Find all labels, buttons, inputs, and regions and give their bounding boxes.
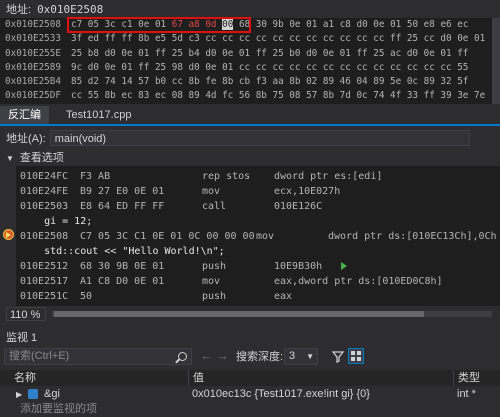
run-to-cursor-icon[interactable] [341, 262, 347, 270]
memory-row[interactable]: 0x010E25DF cc 55 8b ec 83 ec 08 89 4d fc … [0, 89, 500, 103]
memory-bytes: 25 b8 d0 0e 01 ff 25 b4 d0 0e 01 ff 25 b… [71, 47, 469, 59]
watch-row-type: int * [457, 388, 476, 400]
disasm-bytes: F3 AB [80, 171, 111, 182]
disassembly-address-bar: 地址(A): main(void) [0, 128, 500, 148]
disassembly-address-input[interactable]: main(void) [49, 130, 470, 146]
memory-bytes: 3f ed ff ff 8b e5 5d c3 cc cc cc cc cc c… [71, 33, 486, 45]
disasm-mnemonic: call [202, 201, 227, 212]
memory-row[interactable]: 0x010E25B4 85 d2 74 14 57 b0 cc 8b fe 8b … [0, 75, 500, 89]
memory-row-address: 0x010E2589 [5, 61, 61, 73]
disasm-address: 010E2512 [20, 261, 69, 272]
memory-row-address: 0x010E255E [5, 47, 61, 59]
source-line[interactable]: std::cout << "Hello World!\n"; [20, 244, 225, 259]
view-options-toggle[interactable]: ▼ 查看选项 [0, 150, 500, 166]
disasm-operand: 010E126C [274, 201, 323, 212]
disasm-bytes: C7 05 3C C1 0E 01 0C 00 00 00 [80, 231, 255, 242]
disasm-mnemonic: push [202, 291, 227, 302]
zoom-level-select[interactable]: 110 % [6, 307, 46, 321]
disasm-address: 010E24FE [20, 186, 69, 197]
disasm-operand: dword ptr ds:[010EC13Ch],0Ch [328, 231, 497, 242]
disasm-address: 010E2503 [20, 201, 69, 212]
disasm-bytes: 68 30 9B 0E 01 [80, 261, 165, 272]
watch-column-header: 名称 值 类型 [0, 370, 500, 386]
document-tab-bar: 反汇编 Test1017.cpp [0, 104, 500, 126]
disasm-address: 010E2517 [20, 276, 69, 287]
search-depth-label: 搜索深度: [236, 351, 284, 363]
watch-add-row[interactable]: 添加要监视的项 [0, 402, 500, 417]
chevron-down-icon: ▼ [306, 352, 314, 361]
watch-row-name: &gi [44, 388, 60, 400]
horizontal-scrollbar[interactable] [52, 311, 492, 317]
memory-row-address: 0x010E2533 [5, 33, 61, 45]
search-icon[interactable] [178, 352, 187, 361]
disassembly-view[interactable]: 010E24FC F3 AB rep stos dword ptr es:[ed… [0, 166, 500, 306]
disasm-bytes: E8 64 ED FF FF [80, 201, 165, 212]
tab-disassembly[interactable]: 反汇编 [0, 106, 49, 124]
disasm-bytes: 50 [80, 291, 93, 302]
disasm-mnemonic: mov [202, 186, 221, 197]
memory-highlight-box [67, 17, 251, 33]
watch-row-value: 0x010ec13c {Test1017.exe!int gi} {0} [192, 388, 370, 400]
memory-address-label: 地址: [6, 4, 32, 16]
disasm-bytes: A1 C8 D0 0E 01 [80, 276, 165, 287]
source-code-text: std::cout << "Hello World!\n"; [20, 246, 225, 257]
memory-address-bar: 地址: 0x010E2508 [0, 0, 500, 18]
search-forward-arrow-icon[interactable]: → [216, 349, 229, 363]
disassembly-address-label: 地址(A): [6, 133, 46, 145]
watch-search-placeholder: 搜索(Ctrl+E) [9, 350, 70, 362]
disasm-operand: eax [274, 291, 293, 302]
disasm-address: 010E251C [20, 291, 69, 302]
memory-row-address: 0x010E25B4 [5, 76, 61, 88]
search-depth-select[interactable]: 3 ▼ [284, 348, 318, 365]
watch-add-placeholder[interactable]: 添加要监视的项 [20, 402, 97, 417]
disasm-mnemonic: push [202, 261, 227, 272]
watch-toolbar: 搜索(Ctrl+E) ← → 搜索深度: 3 ▼ [0, 346, 500, 368]
disasm-operand: ecx,10E027h [274, 186, 341, 197]
memory-window: 地址: 0x010E2508 0x010E2508 c7 05 3c c1 0e … [0, 0, 500, 104]
memory-row[interactable]: 0x010E2533 3f ed ff ff 8b e5 5d c3 cc cc … [0, 32, 500, 46]
disasm-bytes: B9 27 E0 0E 01 [80, 186, 165, 197]
expand-triangle-icon: ▼ [6, 154, 14, 163]
variable-icon [28, 389, 38, 399]
source-line[interactable]: gi = 12; [20, 214, 92, 229]
memory-row[interactable]: 0x010E255E 25 b8 d0 0e 01 ff 25 b4 d0 0e … [0, 47, 500, 61]
column-value-header[interactable]: 值 [188, 370, 204, 386]
scrollbar-thumb[interactable] [54, 311, 424, 317]
disasm-mnemonic: mov [256, 231, 275, 242]
watch-search-input[interactable]: 搜索(Ctrl+E) [4, 348, 192, 365]
memory-scrollbar[interactable] [492, 18, 500, 104]
current-instruction-icon [3, 229, 14, 240]
watch-row[interactable]: ▶ &gi 0x010ec13c {Test1017.exe!int gi} {… [0, 387, 500, 402]
zoom-bar: 110 % [0, 306, 500, 322]
memory-address-input[interactable]: 0x010E2508 [37, 3, 103, 16]
source-code-text: gi = 12; [20, 216, 93, 227]
hex-display-icon[interactable] [348, 348, 364, 364]
tab-source-file[interactable]: Test1017.cpp [58, 106, 139, 124]
memory-bytes: 9c d0 0e 01 ff 25 98 d0 0e 01 cc cc cc c… [71, 61, 469, 73]
watch-window: 监视 1 搜索(Ctrl+E) ← → 搜索深度: 3 ▼ 名称 值 类型 ▶ &… [0, 330, 500, 417]
memory-row-address: 0x010E2508 [5, 19, 61, 30]
watch-window-title: 监视 1 [6, 332, 38, 344]
view-options-label: 查看选项 [19, 152, 64, 164]
disasm-operand: eax,dword ptr ds:[010ED0C8h] [274, 276, 443, 287]
column-name-header[interactable]: 名称 [10, 370, 36, 386]
disasm-mnemonic: rep stos [202, 171, 251, 182]
memory-bytes: 85 d2 74 14 57 b0 cc 8b fe 8b cb f3 aa 8… [71, 76, 469, 88]
search-depth-value: 3 [289, 350, 296, 362]
disasm-operand: 10E9B30h [274, 261, 323, 272]
disasm-mnemonic: mov [202, 276, 221, 287]
memory-row-address: 0x010E25DF [5, 90, 61, 102]
memory-row[interactable]: 0x010E2589 9c d0 0e 01 ff 25 98 d0 0e 01 … [0, 61, 500, 75]
memory-bytes: 68 30 9b 0e 01 a1 c8 d0 0e 01 50 e8 e6 e… [233, 19, 469, 30]
pin-filter-icon[interactable] [330, 348, 346, 364]
expand-arrow-icon[interactable]: ▶ [16, 387, 22, 402]
column-type-header[interactable]: 类型 [453, 370, 480, 386]
disasm-address: 010E2508 [20, 231, 69, 242]
memory-bytes: cc 55 8b ec 83 ec 08 89 4d fc 56 8b 75 0… [71, 90, 486, 102]
disasm-operand: dword ptr es:[edi] [274, 171, 383, 182]
disasm-address: 010E24FC [20, 171, 69, 182]
search-back-arrow-icon[interactable]: ← [200, 349, 213, 363]
